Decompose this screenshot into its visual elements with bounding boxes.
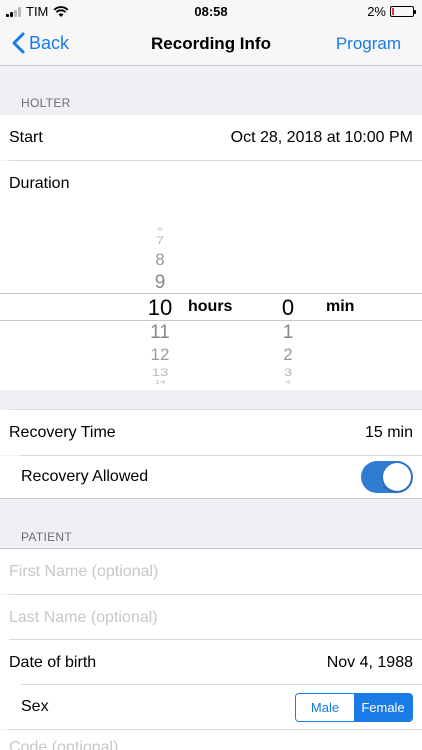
duration-label: Duration <box>9 174 70 192</box>
battery-percent: 2% <box>367 4 386 19</box>
minutes-option[interactable]: 3 <box>268 366 308 379</box>
recovery-time-label: Recovery Time <box>9 423 116 441</box>
hours-selected[interactable]: 10 <box>140 295 180 321</box>
start-row[interactable]: Start Oct 28, 2018 at 10:00 PM <box>0 115 422 160</box>
date-of-birth-value[interactable]: Nov 4, 1988 <box>327 654 413 672</box>
minutes-selected[interactable]: 0 <box>268 295 308 321</box>
recovery-allowed-toggle[interactable] <box>361 461 413 493</box>
battery-icon <box>390 6 416 17</box>
hours-option[interactable]: 14 <box>140 379 180 385</box>
first-name-field[interactable]: First Name (optional) <box>9 563 158 581</box>
hours-option[interactable]: 12 <box>140 345 180 365</box>
patient-section-header: PATIENT <box>21 530 72 544</box>
start-label: Start <box>9 128 43 146</box>
status-time: 08:58 <box>194 4 228 19</box>
program-button[interactable]: Program <box>336 34 401 54</box>
hours-option[interactable]: 11 <box>140 322 180 344</box>
duration-row: Duration <box>0 161 422 206</box>
minutes-unit-label: min <box>326 298 355 315</box>
hours-option[interactable]: 7 <box>140 234 180 247</box>
minutes-option[interactable]: 2 <box>268 345 308 365</box>
hours-option[interactable]: 6 <box>140 226 180 232</box>
sex-option-male[interactable]: Male <box>296 693 354 721</box>
start-value[interactable]: Oct 28, 2018 at 10:00 PM <box>231 129 413 147</box>
separator <box>0 498 422 499</box>
minutes-option[interactable]: 4 <box>268 379 308 385</box>
last-name-row[interactable]: Last Name (optional) <box>0 595 422 640</box>
sex-row: Sex Male Female <box>0 685 422 729</box>
date-of-birth-row[interactable]: Date of birth Nov 4, 1988 <box>0 640 422 685</box>
holter-section-header: HOLTER <box>21 96 71 110</box>
hours-option[interactable]: 9 <box>140 272 180 294</box>
first-name-row[interactable]: First Name (optional) <box>0 549 422 594</box>
code-field[interactable]: Code (optional) <box>9 739 118 750</box>
picker-band-bottom <box>0 320 422 321</box>
hours-option[interactable]: 8 <box>140 250 180 270</box>
code-row[interactable]: Code (optional) <box>0 730 422 750</box>
navigation-bar: Back Recording Info Program <box>0 22 422 66</box>
date-of-birth-label: Date of birth <box>9 653 97 671</box>
recovery-time-value[interactable]: 15 min <box>365 424 413 442</box>
status-right: 2% <box>367 4 416 19</box>
hours-unit-label: hours <box>188 298 233 315</box>
recovery-allowed-label: Recovery Allowed <box>21 468 149 485</box>
status-bar: TIM 08:58 2% <box>0 0 422 22</box>
minutes-option[interactable]: 1 <box>268 322 308 344</box>
hours-option[interactable]: 13 <box>140 366 180 379</box>
duration-picker[interactable]: 6 7 8 9 10 11 12 13 14 hours 0 1 2 3 4 m… <box>0 206 422 390</box>
sex-label: Sex <box>21 698 49 715</box>
last-name-field[interactable]: Last Name (optional) <box>9 609 158 627</box>
recovery-time-row[interactable]: Recovery Time 15 min <box>0 410 422 455</box>
recovery-allowed-row: Recovery Allowed <box>0 456 422 498</box>
sex-segmented-control[interactable]: Male Female <box>295 692 413 722</box>
sex-option-female[interactable]: Female <box>354 693 412 721</box>
picker-band-top <box>0 293 422 294</box>
